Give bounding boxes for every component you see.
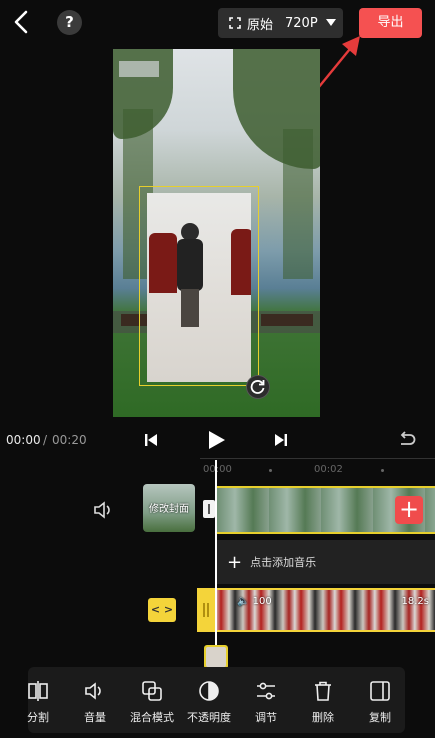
copy-button[interactable]: 复制 (352, 680, 408, 725)
pip-duration: 18.2s (401, 596, 429, 607)
opacity-icon (198, 680, 220, 702)
resolution-value: 720P (285, 15, 318, 31)
opacity-button[interactable]: 不透明度 (181, 680, 237, 725)
play-icon[interactable] (206, 430, 226, 450)
playhead[interactable] (215, 460, 217, 660)
caret-down-icon (325, 19, 336, 27)
skip-to-start-icon[interactable] (143, 432, 159, 448)
current-time: 00:00 (6, 433, 41, 447)
pip-video-overlay[interactable] (147, 193, 251, 382)
add-music-track[interactable]: + 点击添加音乐 (217, 540, 435, 584)
tool-label: 删除 (312, 711, 334, 724)
clip-trim-handle[interactable] (203, 500, 215, 518)
adjust-button[interactable]: 调节 (238, 680, 294, 725)
tool-label: 调节 (255, 711, 277, 724)
back-arrow-icon[interactable] (8, 8, 36, 36)
tool-label: 分割 (27, 711, 49, 724)
edit-cover-button[interactable]: 修改封面 (143, 484, 195, 532)
tool-label: 音量 (84, 711, 106, 724)
undo-icon[interactable] (397, 430, 417, 450)
pip-expand-button[interactable]: < > (148, 598, 176, 622)
rotate-icon[interactable] (246, 375, 270, 399)
tool-label: 不透明度 (187, 711, 231, 724)
pip-thumbnail-marker[interactable] (204, 645, 228, 669)
plus-icon: + (227, 551, 243, 573)
cover-label: 修改封面 (149, 504, 189, 515)
volume-icon (84, 680, 106, 702)
aspect-ratio-icon (227, 15, 243, 31)
delete-icon (312, 680, 334, 702)
adjust-icon (255, 680, 277, 702)
help-button[interactable]: ? (57, 10, 82, 35)
blend-mode-button[interactable]: 混合模式 (124, 680, 180, 725)
split-icon (27, 680, 49, 702)
pip-clip-frames: 🔈 100 18.2s (215, 590, 435, 630)
split-button[interactable]: 分割 (10, 680, 66, 725)
add-music-label: 点击添加音乐 (250, 556, 317, 569)
pip-volume-label: 🔈 100 (237, 596, 272, 607)
ruler-tick: 00:02 (314, 464, 343, 475)
pip-volume-value: 100 (252, 596, 272, 607)
total-time: 00:20 (52, 433, 87, 447)
ruler-dot (269, 469, 272, 472)
time-separator: / (43, 433, 48, 447)
tool-label: 混合模式 (130, 711, 174, 724)
delete-button[interactable]: 删除 (295, 680, 351, 725)
add-clip-button[interactable]: + (395, 496, 423, 524)
timeline-ruler[interactable]: 00:00 00:02 (200, 458, 435, 476)
track-volume-icon[interactable] (93, 500, 115, 520)
tool-label: 复制 (369, 711, 391, 724)
copy-icon (369, 680, 391, 702)
ruler-tick: 00:00 (203, 464, 232, 475)
pip-video-clip[interactable]: 🔈 100 18.2s (197, 588, 435, 632)
blend-mode-icon (141, 680, 163, 702)
ruler-dot (381, 469, 384, 472)
volume-button[interactable]: 音量 (67, 680, 123, 725)
speaker-icon: 🔈 (237, 596, 250, 607)
pip-trim-handle[interactable] (197, 588, 215, 632)
skip-to-end-icon[interactable] (273, 432, 289, 448)
